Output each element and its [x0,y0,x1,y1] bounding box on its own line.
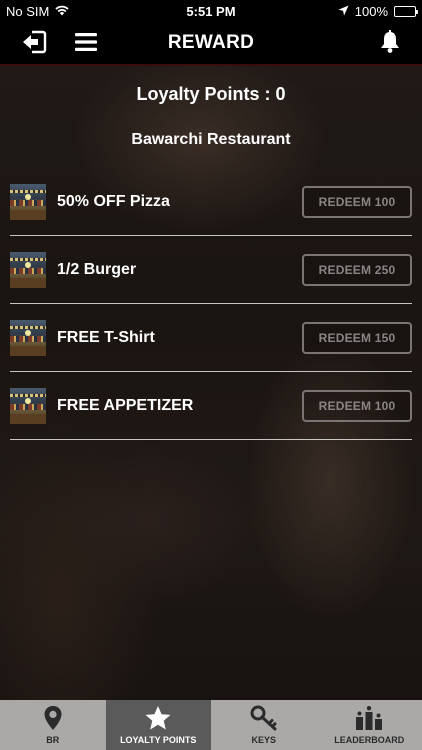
reward-label: 50% OFF Pizza [57,192,170,210]
reward-thumbnail [10,319,46,356]
page-title: REWARD [167,32,255,53]
notifications-button[interactable] [376,29,404,59]
tab-label: KEYS [251,735,276,745]
bell-icon [379,29,401,59]
battery-percent: 100% [354,4,388,19]
star-icon [144,705,172,736]
status-right-group: 100% [338,4,418,19]
reward-thumbnail [10,387,46,424]
tab-br[interactable]: BR [0,700,106,750]
tab-bar: BR LOYALTY POINTS KEYS LEADERBOARD [0,700,422,750]
loyalty-points-label: Loyalty Points : 0 [136,84,286,104]
tab-label: BR [46,735,60,745]
redeem-button[interactable]: REDEEM 150 [302,321,412,354]
status-bar: No SIM 5:51 PM 100% [0,0,422,22]
tab-keys[interactable]: KEYS [211,700,317,750]
rewards-list: 50% OFF Pizza REDEEM 100 1/2 Burger REDE… [10,168,412,440]
app-header: REWARD [0,22,422,66]
leaderboard-icon [354,705,384,736]
tab-label: LEADERBOARD [334,735,405,745]
location-arrow-icon [338,4,349,19]
reward-row: FREE T-Shirt REDEEM 150 [10,304,412,372]
reward-label: FREE APPETIZER [57,396,194,414]
tab-leaderboard[interactable]: LEADERBOARD [317,700,422,750]
redeem-button[interactable]: REDEEM 100 [302,389,412,422]
reward-row: FREE APPETIZER REDEEM 100 [10,372,412,440]
redeem-button[interactable]: REDEEM 250 [302,253,412,286]
battery-icon [394,6,418,17]
tab-label: LOYALTY POINTS [120,735,197,745]
reward-thumbnail [10,183,46,220]
reward-label: 1/2 Burger [57,260,137,278]
reward-label: FREE T-Shirt [57,328,155,346]
reward-thumbnail [10,251,46,288]
map-pin-icon [43,705,63,736]
reward-row: 1/2 Burger REDEEM 250 [10,236,412,304]
key-icon [250,705,278,736]
tab-loyalty-points[interactable]: LOYALTY POINTS [105,700,211,750]
restaurant-name: Bawarchi Restaurant [131,131,291,148]
reward-row: 50% OFF Pizza REDEEM 100 [10,168,412,236]
redeem-button[interactable]: REDEEM 100 [302,185,412,218]
